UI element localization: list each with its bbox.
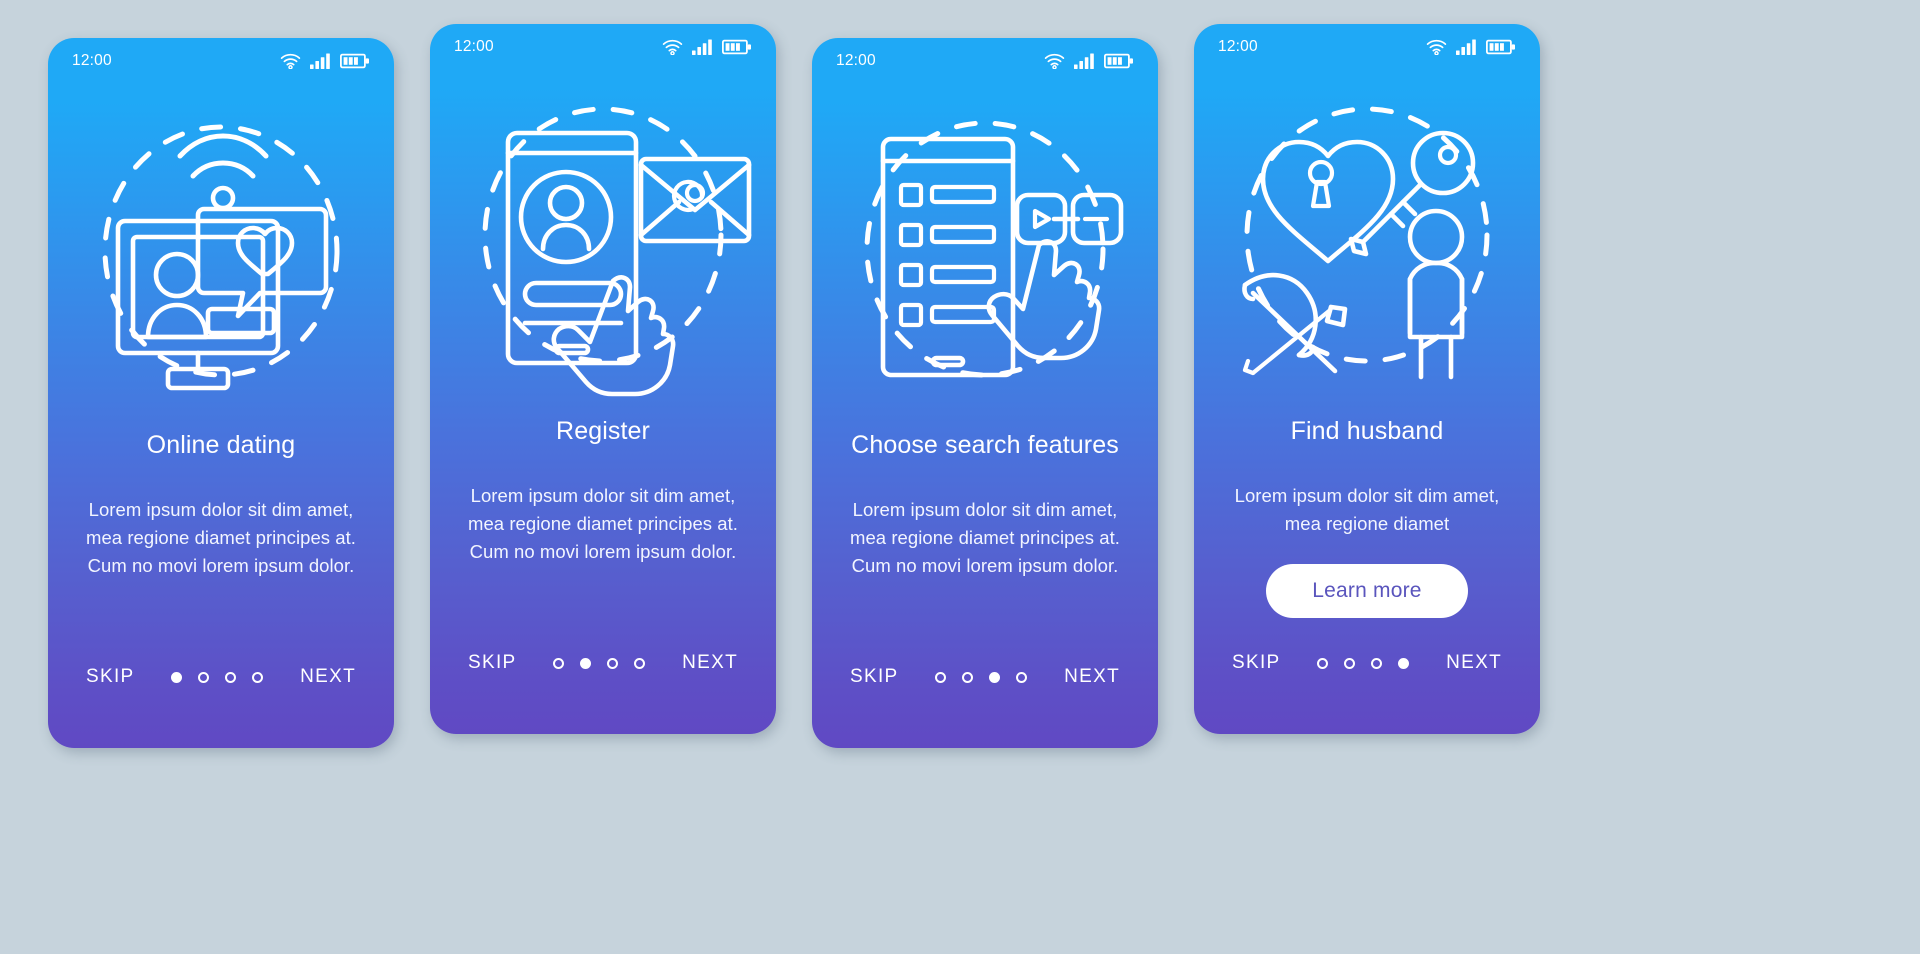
page-dot-4[interactable] [1398,657,1410,669]
page-indicator-dots [553,657,646,669]
page-dot-1[interactable] [553,657,565,669]
wifi-icon [280,53,301,69]
wifi-icon [662,39,683,55]
page-dot-1[interactable] [935,671,947,683]
page-title: Register [556,417,650,445]
page-dot-3[interactable] [1371,657,1383,669]
illustration-online-dating [48,84,394,414]
page-title: Find husband [1290,417,1444,445]
illustration-register [430,70,776,400]
page-title: Online dating [146,431,296,459]
page-description: Lorem ipsum dolor sit dim amet, mea regi… [850,498,1120,576]
onboarding-card-choose-search-features: 12:00 Choose search features Lorem ipsum… [812,38,1158,748]
page-dot-2[interactable] [962,671,974,683]
status-bar: 12:00 [48,38,394,84]
battery-icon [1104,53,1134,69]
status-bar-icons [662,39,752,55]
status-bar-clock: 12:00 [454,38,494,55]
illustration-choose-search-features [812,84,1158,414]
onboarding-nav: SKIP NEXT [430,650,776,676]
illustration-find-husband [1194,70,1540,400]
onboarding-card-find-husband: 12:00 Find husband Lorem ipsum dolor sit… [1194,24,1540,734]
wifi-icon [1044,53,1065,69]
page-dot-3[interactable] [225,671,237,683]
page-indicator-dots [171,671,264,683]
status-bar-icons [280,53,370,69]
battery-icon [722,39,752,55]
page-dot-1[interactable] [171,671,183,683]
cellular-signal-icon [1074,53,1095,69]
next-button[interactable]: NEXT [682,650,738,676]
page-title: Choose search features [851,431,1119,459]
page-dot-4[interactable] [252,671,264,683]
page-dot-2[interactable] [580,657,592,669]
onboarding-card-register: 12:00 Register Lorem ipsum dolor sit dim… [430,24,776,734]
page-description: Lorem ipsum dolor sit dim amet, mea regi… [468,484,738,562]
cellular-signal-icon [692,39,713,55]
learn-more-button[interactable]: Learn more [1266,563,1468,618]
onboarding-nav: SKIP NEXT [812,664,1158,690]
cellular-signal-icon [310,53,331,69]
status-bar-clock: 12:00 [72,52,112,69]
page-description: Lorem ipsum dolor sit dim amet, mea regi… [86,498,356,576]
onboarding-screens-stage: 12:00 Online dating Lorem ipsum dolor si… [0,0,1920,954]
skip-button[interactable]: SKIP [1232,650,1281,676]
status-bar-clock: 12:00 [1218,38,1258,55]
skip-button[interactable]: SKIP [86,664,135,690]
status-bar-icons [1044,53,1134,69]
onboarding-nav: SKIP NEXT [48,664,394,690]
wifi-icon [1426,39,1447,55]
page-dot-1[interactable] [1317,657,1329,669]
battery-icon [1486,39,1516,55]
page-dot-3[interactable] [989,671,1001,683]
status-bar: 12:00 [812,38,1158,84]
skip-button[interactable]: SKIP [468,650,517,676]
page-dot-4[interactable] [1016,671,1028,683]
page-dot-2[interactable] [1344,657,1356,669]
status-bar-clock: 12:00 [836,52,876,69]
page-dot-2[interactable] [198,671,210,683]
page-dot-4[interactable] [634,657,646,669]
skip-button[interactable]: SKIP [850,664,899,690]
next-button[interactable]: NEXT [1446,650,1502,676]
next-button[interactable]: NEXT [300,664,356,690]
cellular-signal-icon [1456,39,1477,55]
page-description: Lorem ipsum dolor sit dim amet, mea regi… [1234,484,1500,534]
next-button[interactable]: NEXT [1064,664,1120,690]
page-dot-3[interactable] [607,657,619,669]
status-bar-icons [1426,39,1516,55]
onboarding-card-online-dating: 12:00 Online dating Lorem ipsum dolor si… [48,38,394,748]
status-bar: 12:00 [430,24,776,70]
status-bar: 12:00 [1194,24,1540,70]
page-indicator-dots [935,671,1028,683]
onboarding-nav: SKIP NEXT [1194,650,1540,676]
page-indicator-dots [1317,657,1410,669]
battery-icon [340,53,370,69]
